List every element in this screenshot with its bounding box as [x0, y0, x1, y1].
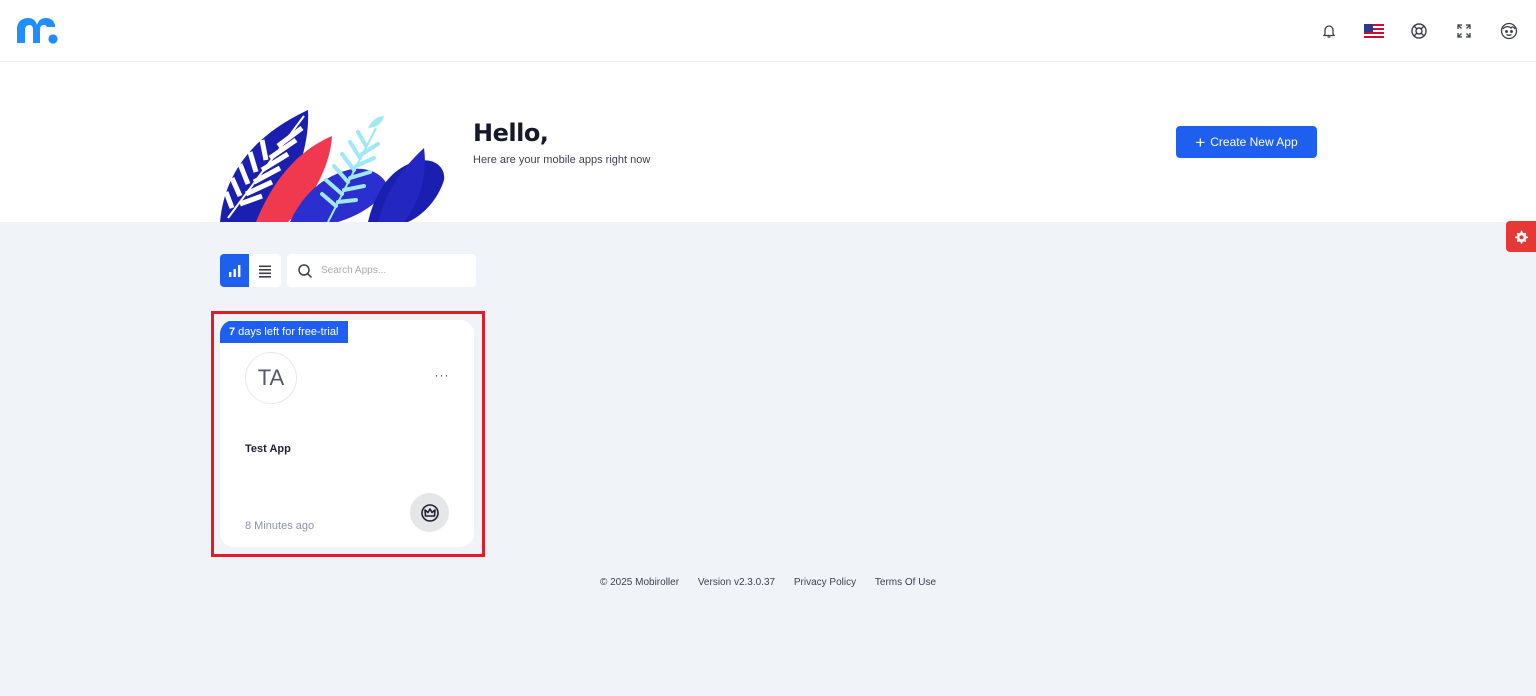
grid-view-button[interactable]: [220, 254, 249, 287]
page-footer: © 2025 Mobiroller Version v2.3.0.37 Priv…: [0, 577, 1536, 588]
crown-icon: [420, 503, 439, 522]
footer-version: Version v2.3.0.37: [697, 577, 776, 588]
trial-days: 7: [229, 326, 236, 338]
more-options-icon[interactable]: ···: [432, 367, 452, 383]
top-navbar: [0, 0, 1536, 62]
us-flag-icon[interactable]: [1362, 19, 1386, 43]
crown-button[interactable]: [410, 493, 449, 532]
search-icon: [298, 264, 313, 279]
terms-of-use-link[interactable]: Terms Of Use: [875, 577, 936, 588]
page-subtitle: Here are your mobile apps right now: [473, 154, 651, 166]
fullscreen-icon[interactable]: [1452, 19, 1476, 43]
list-view-button[interactable]: [250, 254, 279, 287]
app-avatar: TA: [245, 352, 297, 404]
bell-icon[interactable]: [1317, 19, 1341, 43]
welcome-hero: Hello, Here are your mobile apps right n…: [0, 62, 1536, 223]
footer-copyright: © 2025 Mobiroller: [599, 577, 680, 588]
bar-chart-icon: [228, 264, 240, 277]
trial-text: days left for free-trial: [238, 326, 339, 338]
view-toggle: [220, 254, 281, 287]
plus-icon: +: [1195, 132, 1206, 152]
create-new-app-label: Create New App: [1210, 135, 1298, 149]
lifebuoy-icon[interactable]: [1407, 19, 1431, 43]
app-updated-time: 8 Minutes ago: [245, 520, 315, 532]
trial-badge: 7 days left for free-trial: [220, 321, 349, 343]
mobiroller-logo[interactable]: [13, 15, 61, 47]
page-title: Hello,: [473, 119, 549, 147]
privacy-policy-link[interactable]: Privacy Policy: [794, 577, 856, 588]
settings-tab[interactable]: [1506, 221, 1536, 252]
search-apps-input[interactable]: [321, 260, 469, 281]
leaves-illustration: [218, 108, 448, 223]
app-card[interactable]: 7 days left for free-trial TA ··· Test A…: [220, 320, 474, 547]
gear-icon: [1515, 230, 1528, 244]
user-face-icon[interactable]: [1497, 19, 1521, 43]
search-box: [287, 254, 476, 287]
list-icon: [258, 265, 271, 278]
create-new-app-button[interactable]: + Create New App: [1176, 126, 1317, 158]
app-name: Test App: [245, 443, 291, 455]
